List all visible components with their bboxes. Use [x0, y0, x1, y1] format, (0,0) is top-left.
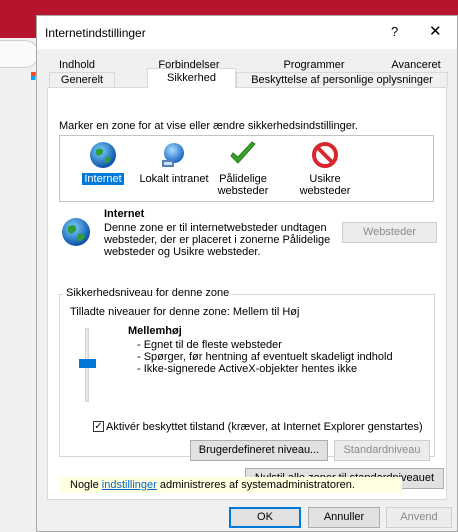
level-bullet: - Egnet til de fleste websteder	[137, 339, 282, 351]
zone-restricted-sites[interactable]: Usikre websteder	[292, 138, 358, 197]
tab-avanceret[interactable]: Avanceret	[381, 58, 451, 73]
zone-internet[interactable]: Internet	[68, 138, 138, 185]
zone-name: Internet	[104, 208, 145, 220]
close-button[interactable]: ✕	[429, 22, 442, 40]
default-level-button[interactable]: Standardniveau	[334, 440, 430, 461]
level-bullet: - Ikke-signerede ActiveX-objekter hentes…	[137, 363, 358, 375]
tab-beskyttelse[interactable]: Beskyttelse af personlige oplysninger	[236, 72, 448, 87]
green-check-icon	[230, 141, 256, 164]
internet-options-dialog: Internetindstillinger ? ✕ Indhold Forbin…	[36, 15, 458, 532]
zone-label: Usikre websteder	[299, 173, 351, 197]
allowed-levels: Tilladte niveauer for denne zone: Mellem…	[70, 306, 300, 318]
ok-button[interactable]: OK	[229, 507, 301, 528]
admin-notice-text: Nogle	[70, 479, 102, 491]
security-level-title: Sikkerhedsniveau for denne zone	[63, 287, 233, 299]
tab-indhold[interactable]: Indhold	[50, 58, 104, 73]
zone-description: Denne zone er til internetwebsteder undt…	[104, 222, 331, 258]
admin-notice-text: administreres af systemadministratoren.	[156, 479, 355, 491]
title-bar: Internetindstillinger ? ✕	[37, 16, 457, 49]
security-panel: Marker en zone for at vise eller ændre s…	[47, 87, 447, 500]
dialog-title: Internetindstillinger	[45, 26, 146, 40]
tab-generelt[interactable]: Generelt	[49, 72, 115, 87]
zone-local-intranet[interactable]: Lokalt intranet	[134, 138, 214, 185]
zone-label: Lokalt intranet	[139, 173, 209, 185]
network-globe-icon	[162, 143, 184, 167]
level-name: Mellemhøj	[128, 325, 182, 337]
help-button[interactable]: ?	[391, 24, 398, 39]
browser-background	[0, 38, 37, 532]
admin-notice: Nogle indstillinger administreres af sys…	[60, 477, 402, 493]
globe-icon	[62, 218, 90, 246]
browser-back-button	[0, 40, 39, 68]
zone-trusted-sites[interactable]: Pålidelige websteder	[210, 138, 276, 197]
tab-programmer[interactable]: Programmer	[274, 58, 354, 73]
zone-label: Internet	[82, 173, 124, 185]
protected-mode-checkbox[interactable]: ✓	[93, 421, 104, 432]
zone-list: Internet Lokalt intranet Pålidelige webs…	[59, 135, 434, 202]
protected-mode-label: Aktivér beskyttet tilstand (kræver, at I…	[106, 421, 423, 433]
cancel-button[interactable]: Annuller	[308, 507, 380, 528]
globe-icon	[90, 142, 116, 168]
tab-sikkerhed[interactable]: Sikkerhed	[147, 68, 236, 88]
level-bullet: - Spørger, før hentning af eventuelt ska…	[137, 351, 393, 363]
websites-button[interactable]: Websteder	[342, 222, 437, 243]
custom-level-button[interactable]: Brugerdefineret niveau...	[190, 440, 328, 461]
zone-instruction: Marker en zone for at vise eller ændre s…	[59, 120, 358, 132]
zone-label: Pålidelige websteder	[217, 173, 269, 197]
apply-button[interactable]: Anvend	[386, 507, 452, 528]
settings-link[interactable]: indstillinger	[102, 479, 157, 491]
no-entry-icon	[312, 142, 338, 168]
security-slider-thumb[interactable]	[79, 359, 96, 368]
